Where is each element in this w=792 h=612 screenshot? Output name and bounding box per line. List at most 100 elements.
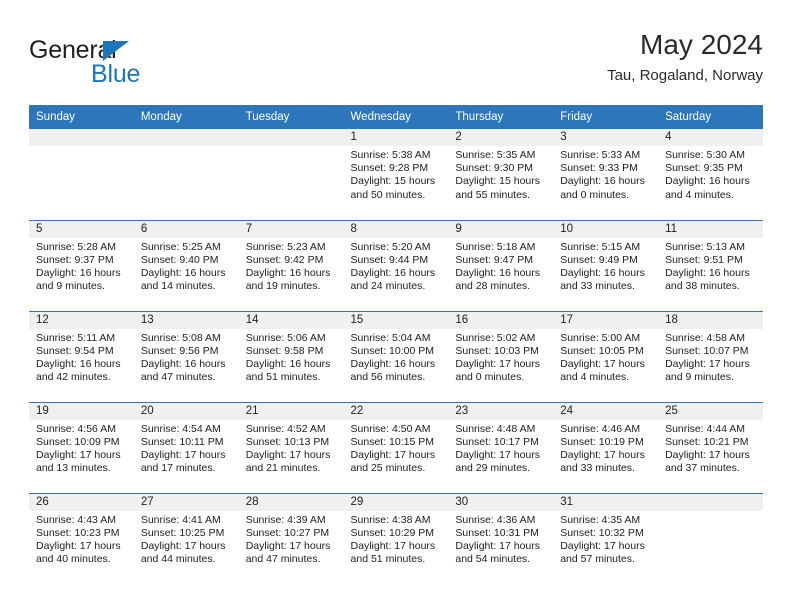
calendar-day-cell: 16 Sunrise: 5:02 AM Sunset: 10:03 PM Daylig… — [448, 310, 554, 402]
day-detail-line: Sunset: 9:40 PM — [140, 253, 219, 266]
day-detail-line: Sunrise: 5:15 AM — [560, 240, 641, 253]
day-cell-21[interactable]: 21 Sunrise: 4:52 AM Sunset: 10:13 PM Daylig… — [238, 402, 344, 493]
day-cell-25[interactable]: 25 Sunrise: 4:44 AM Sunset: 10:21 PM Daylig… — [658, 402, 763, 493]
day-detail-line: and 29 minutes. — [455, 462, 531, 475]
day-detail-line: Sunrise: 5:33 AM — [560, 149, 641, 161]
day-detail-line: and 54 minutes. — [455, 553, 531, 566]
day-detail-line: Daylight: 16 hours — [36, 357, 121, 370]
calendar-week-row: 19 Sunrise: 4:56 AM Sunset: 10:09 PM Daylig… — [29, 401, 763, 493]
day-number: 17 — [553, 311, 659, 329]
day-cell-1[interactable]: 1 Sunrise: 5:38 AM Sunset: 9:28 PM Daylight… — [343, 129, 449, 220]
day-cell-empty — [658, 493, 763, 584]
calendar-day-cell: 13 Sunrise: 5:08 AM Sunset: 9:56 PM Dayligh… — [133, 310, 239, 402]
day-detail-line: Daylight: 16 hours — [665, 175, 750, 188]
brand-logo[interactable]: General Blue — [29, 36, 259, 96]
day-detail-line: Daylight: 17 hours — [36, 448, 121, 461]
day-detail-line: Sunrise: 5:20 AM — [350, 240, 431, 253]
calendar-day-cell: 4 Sunrise: 5:30 AM Sunset: 9:35 PM Daylight… — [658, 129, 763, 220]
day-detail-line: Sunset: 10:32 PM — [560, 526, 644, 539]
day-cell-3[interactable]: 3 Sunrise: 5:33 AM Sunset: 9:33 PM Daylight… — [553, 129, 659, 220]
day-detail-line: Sunrise: 5:23 AM — [245, 240, 326, 253]
day-number: 12 — [29, 311, 134, 329]
calendar-day-cell: 27 Sunrise: 4:41 AM Sunset: 10:25 PM Daylig… — [133, 492, 239, 584]
day-sun-details: Sunrise: 5:11 AM Sunset: 9:54 PM Daylight:… — [29, 329, 134, 385]
day-cell-29[interactable]: 29 Sunrise: 4:38 AM Sunset: 10:29 PM Daylig… — [343, 493, 449, 584]
day-cell-24[interactable]: 24 Sunrise: 4:46 AM Sunset: 10:19 PM Daylig… — [553, 402, 659, 493]
day-sun-details: Sunrise: 4:48 AM Sunset: 10:17 PM Daylight… — [448, 420, 553, 476]
day-detail-line: and 47 minutes. — [245, 553, 321, 566]
day-number: 28 — [238, 493, 344, 511]
day-sun-details: Sunrise: 5:35 AM Sunset: 9:30 PM Daylight:… — [448, 146, 553, 202]
day-sun-details: Sunrise: 4:36 AM Sunset: 10:31 PM Daylight… — [448, 511, 553, 567]
day-cell-11[interactable]: 11 Sunrise: 5:13 AM Sunset: 9:51 PM Dayligh… — [658, 220, 763, 311]
day-sun-details: Sunrise: 4:41 AM Sunset: 10:25 PM Daylight… — [134, 511, 239, 567]
day-cell-28[interactable]: 28 Sunrise: 4:39 AM Sunset: 10:27 PM Daylig… — [238, 493, 344, 584]
day-cell-19[interactable]: 19 Sunrise: 4:56 AM Sunset: 10:09 PM Daylig… — [29, 402, 134, 493]
day-number: 19 — [29, 402, 134, 420]
day-sun-details: Sunrise: 5:02 AM Sunset: 10:03 PM Daylight… — [448, 329, 553, 385]
day-cell-27[interactable]: 27 Sunrise: 4:41 AM Sunset: 10:25 PM Daylig… — [133, 493, 239, 584]
day-cell-14[interactable]: 14 Sunrise: 5:06 AM Sunset: 9:58 PM Dayligh… — [238, 311, 344, 402]
day-detail-line: Sunset: 10:19 PM — [560, 435, 644, 448]
day-sun-details: Sunrise: 4:52 AM Sunset: 10:13 PM Daylight… — [239, 420, 344, 476]
day-sun-details — [134, 146, 239, 149]
day-detail-line: Sunrise: 4:35 AM — [560, 513, 641, 526]
calendar-day-cell: 22 Sunrise: 4:50 AM Sunset: 10:15 PM Daylig… — [343, 401, 449, 493]
page-header: General Blue May 2024 Tau, Rogaland, Nor… — [29, 28, 763, 98]
day-cell-13[interactable]: 13 Sunrise: 5:08 AM Sunset: 9:56 PM Dayligh… — [133, 311, 239, 402]
day-detail-line: Sunrise: 5:04 AM — [350, 331, 431, 344]
day-cell-30[interactable]: 30 Sunrise: 4:36 AM Sunset: 10:31 PM Daylig… — [448, 493, 554, 584]
day-detail-line: and 40 minutes. — [36, 553, 111, 566]
day-cell-4[interactable]: 4 Sunrise: 5:30 AM Sunset: 9:35 PM Daylight… — [658, 129, 763, 220]
day-detail-line: and 4 minutes. — [665, 188, 734, 201]
day-detail-line: Sunset: 9:54 PM — [36, 344, 114, 357]
day-cell-16[interactable]: 16 Sunrise: 5:02 AM Sunset: 10:03 PM Daylig… — [448, 311, 554, 402]
day-cell-22[interactable]: 22 Sunrise: 4:50 AM Sunset: 10:15 PM Daylig… — [343, 402, 449, 493]
day-cell-15[interactable]: 15 Sunrise: 5:04 AM Sunset: 10:00 PM Daylig… — [343, 311, 449, 402]
day-sun-details: Sunrise: 4:43 AM Sunset: 10:23 PM Daylight… — [29, 511, 134, 567]
day-detail-line: Sunset: 10:21 PM — [665, 435, 749, 448]
day-number: 24 — [553, 402, 659, 420]
day-number: 21 — [238, 402, 344, 420]
day-cell-23[interactable]: 23 Sunrise: 4:48 AM Sunset: 10:17 PM Daylig… — [448, 402, 554, 493]
day-detail-line: Sunset: 9:47 PM — [455, 253, 534, 266]
day-number: 11 — [658, 220, 763, 238]
day-cell-10[interactable]: 10 Sunrise: 5:15 AM Sunset: 9:49 PM Dayligh… — [553, 220, 659, 311]
day-number: 4 — [658, 129, 763, 146]
day-cell-17[interactable]: 17 Sunrise: 5:00 AM Sunset: 10:05 PM Daylig… — [553, 311, 659, 402]
calendar-day-cell: 31 Sunrise: 4:35 AM Sunset: 10:32 PM Daylig… — [553, 492, 659, 584]
day-detail-line: Daylight: 16 hours — [140, 266, 226, 279]
calendar-day-cell: 14 Sunrise: 5:06 AM Sunset: 9:58 PM Dayligh… — [238, 310, 344, 402]
day-detail-line: Daylight: 17 hours — [350, 448, 436, 461]
weekday-header-wednesday: Wednesday — [343, 105, 449, 129]
day-detail-line: and 50 minutes. — [350, 188, 426, 201]
day-sun-details: Sunrise: 4:58 AM Sunset: 10:07 PM Daylight… — [658, 329, 763, 385]
day-detail-line: and 4 minutes. — [560, 371, 630, 384]
calendar-day-cell: 8 Sunrise: 5:20 AM Sunset: 9:44 PM Daylight… — [343, 219, 449, 311]
day-cell-2[interactable]: 2 Sunrise: 5:35 AM Sunset: 9:30 PM Daylight… — [448, 129, 554, 220]
day-cell-20[interactable]: 20 Sunrise: 4:54 AM Sunset: 10:11 PM Daylig… — [133, 402, 239, 493]
day-detail-line: Sunset: 10:23 PM — [36, 526, 120, 539]
day-detail-line: Daylight: 16 hours — [140, 357, 226, 370]
day-detail-line: and 33 minutes. — [560, 462, 635, 475]
day-cell-9[interactable]: 9 Sunrise: 5:18 AM Sunset: 9:47 PM Daylight… — [448, 220, 554, 311]
day-cell-31[interactable]: 31 Sunrise: 4:35 AM Sunset: 10:32 PM Daylig… — [553, 493, 659, 584]
day-detail-line: Sunrise: 4:38 AM — [350, 513, 431, 526]
day-detail-line: Daylight: 16 hours — [560, 175, 645, 188]
day-cell-26[interactable]: 26 Sunrise: 4:43 AM Sunset: 10:23 PM Daylig… — [29, 493, 134, 584]
day-detail-line: Sunset: 10:07 PM — [665, 344, 749, 357]
day-cell-8[interactable]: 8 Sunrise: 5:20 AM Sunset: 9:44 PM Daylight… — [343, 220, 449, 311]
day-cell-12[interactable]: 12 Sunrise: 5:11 AM Sunset: 9:54 PM Dayligh… — [29, 311, 134, 402]
weekday-header-friday: Friday — [553, 105, 659, 129]
calendar-day-cell: 24 Sunrise: 4:46 AM Sunset: 10:19 PM Daylig… — [553, 401, 659, 493]
day-cell-7[interactable]: 7 Sunrise: 5:23 AM Sunset: 9:42 PM Daylight… — [238, 220, 344, 311]
day-detail-line: Sunrise: 5:00 AM — [560, 331, 641, 344]
day-detail-line: Daylight: 17 hours — [350, 539, 436, 552]
day-detail-line: Sunset: 9:37 PM — [36, 253, 114, 266]
day-cell-5[interactable]: 5 Sunrise: 5:28 AM Sunset: 9:37 PM Daylight… — [29, 220, 134, 311]
day-cell-6[interactable]: 6 Sunrise: 5:25 AM Sunset: 9:40 PM Daylight… — [133, 220, 239, 311]
day-cell-18[interactable]: 18 Sunrise: 4:58 AM Sunset: 10:07 PM Daylig… — [658, 311, 763, 402]
day-number — [658, 493, 763, 511]
day-sun-details: Sunrise: 4:50 AM Sunset: 10:15 PM Daylight… — [344, 420, 449, 476]
calendar-day-cell — [133, 129, 239, 220]
